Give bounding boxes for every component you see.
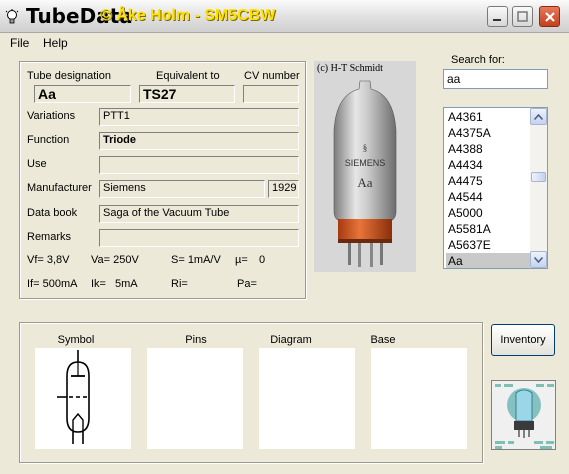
va-value: Va= 250V bbox=[91, 254, 139, 266]
manufacturer-label: Manufacturer bbox=[27, 182, 92, 194]
app-bulb-icon bbox=[5, 9, 19, 25]
tube-designation-field[interactable]: Aa bbox=[34, 85, 131, 103]
tube-list-item[interactable]: Aa bbox=[446, 253, 530, 268]
tube-list-item[interactable]: A5000 bbox=[446, 205, 530, 221]
tube-photo: § (c) H-T Schmidt SIEMENS Aa bbox=[314, 61, 416, 272]
menu-bar bbox=[0, 33, 569, 53]
base-label: Base bbox=[370, 334, 396, 346]
scroll-thumb[interactable] bbox=[531, 172, 546, 182]
tube-type-print: Aa bbox=[357, 175, 373, 190]
ik-value: 5mA bbox=[115, 278, 138, 290]
tube-listbox[interactable]: A4361 A4375A A4388 A4434 A4475 A4544 A5000 A558… bbox=[443, 107, 548, 269]
pa-label: Pa= bbox=[237, 278, 257, 290]
ik-label: Ik= bbox=[91, 278, 106, 290]
photo-credit: (c) H-T Schmidt bbox=[317, 63, 383, 74]
minimize-icon bbox=[493, 19, 501, 21]
maximize-icon bbox=[517, 11, 528, 22]
close-button[interactable] bbox=[539, 6, 560, 27]
author-overlay: © Åke Holm - SM5CBW bbox=[100, 7, 276, 24]
scroll-up-button[interactable] bbox=[530, 108, 547, 125]
search-input[interactable]: aa bbox=[443, 69, 548, 89]
tube-list-item[interactable]: A5581A bbox=[446, 221, 530, 237]
listbox-scrollbar[interactable] bbox=[530, 108, 547, 268]
tube-logo-image bbox=[491, 380, 556, 450]
if-value: If= 500mA bbox=[27, 278, 78, 290]
symbol-pane bbox=[35, 348, 131, 449]
function-label: Function bbox=[27, 134, 70, 146]
diagram-pane bbox=[259, 348, 355, 449]
mu-label: µ= bbox=[235, 254, 248, 266]
symbol-label: Symbol bbox=[57, 334, 95, 346]
diagram-label: Diagram bbox=[270, 334, 312, 346]
pins-pane bbox=[147, 348, 243, 449]
scroll-down-button[interactable] bbox=[530, 251, 547, 268]
equivalent-label: Equivalent to bbox=[156, 70, 220, 82]
s-value: S= 1mA/V bbox=[171, 254, 221, 266]
inventory-button[interactable]: Inventory bbox=[491, 324, 555, 356]
tube-list-item[interactable]: A5637E bbox=[446, 237, 530, 253]
ri-label: Ri= bbox=[171, 278, 188, 290]
search-label: Search for: bbox=[451, 54, 505, 66]
chevron-up-icon bbox=[534, 113, 543, 120]
minimize-button[interactable] bbox=[487, 6, 508, 27]
tube-list-item[interactable]: A4544 bbox=[446, 189, 530, 205]
tube-logo-icon bbox=[492, 381, 555, 449]
menu-file[interactable]: File bbox=[10, 36, 29, 50]
databook-field[interactable]: Saga of the Vacuum Tube bbox=[99, 205, 299, 223]
tube-list-item[interactable]: A4388 bbox=[446, 141, 530, 157]
remarks-field[interactable] bbox=[99, 229, 299, 247]
use-label: Use bbox=[27, 158, 47, 170]
chevron-down-icon bbox=[534, 256, 543, 263]
variations-field[interactable]: PTT1 bbox=[99, 108, 299, 126]
cv-number-field[interactable] bbox=[243, 85, 299, 103]
cv-number-label: CV number bbox=[244, 70, 300, 82]
svg-text:§: § bbox=[363, 143, 368, 153]
mu-value: 0 bbox=[259, 254, 266, 266]
vf-value: Vf= 3,8V bbox=[27, 254, 70, 266]
tube-designation-label: Tube designation bbox=[27, 70, 111, 82]
function-field[interactable]: Triode bbox=[99, 132, 299, 150]
tube-list-item[interactable]: A4375A bbox=[446, 125, 530, 141]
remarks-label: Remarks bbox=[27, 231, 72, 243]
close-icon bbox=[544, 11, 555, 22]
year-field[interactable]: 1929 bbox=[268, 180, 299, 198]
variations-label: Variations bbox=[27, 110, 76, 122]
menu-help[interactable]: Help bbox=[43, 36, 68, 50]
pins-label: Pins bbox=[185, 334, 207, 346]
tube-list-item[interactable]: A4434 bbox=[446, 157, 530, 173]
triode-symbol-icon bbox=[57, 350, 90, 444]
maximize-button[interactable] bbox=[512, 6, 533, 27]
tube-brand-print: SIEMENS bbox=[344, 158, 386, 168]
databook-label: Data book bbox=[27, 207, 78, 219]
manufacturer-field[interactable]: Siemens bbox=[99, 180, 265, 198]
tube-list-item[interactable]: A4361 bbox=[446, 109, 530, 125]
base-pane bbox=[371, 348, 467, 449]
tube-list-item[interactable]: A4475 bbox=[446, 173, 530, 189]
use-field[interactable] bbox=[99, 156, 299, 174]
equivalent-field[interactable]: TS27 bbox=[139, 85, 235, 103]
